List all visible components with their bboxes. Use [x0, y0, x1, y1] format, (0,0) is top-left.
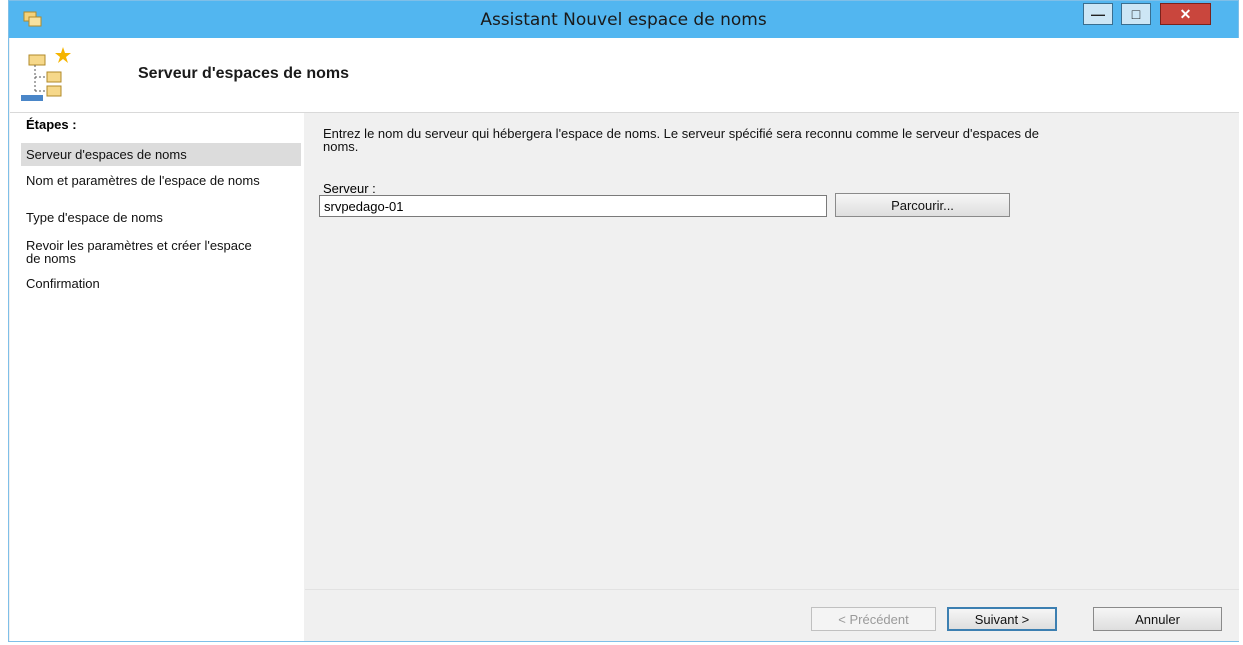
- cancel-button[interactable]: Annuler: [1093, 607, 1222, 631]
- close-icon: ✕: [1179, 5, 1192, 22]
- step-namespace-server: Serveur d'espaces de noms: [21, 143, 301, 166]
- wizard-window: Assistant Nouvel espace de noms — □ ✕ Se…: [8, 0, 1239, 642]
- maximize-button[interactable]: □: [1121, 3, 1151, 25]
- namespace-wizard-icon: [19, 45, 75, 103]
- window-title: Assistant Nouvel espace de noms: [480, 10, 767, 30]
- browse-button[interactable]: Parcourir...: [835, 193, 1010, 217]
- steps-panel: Étapes : Serveur d'espaces de noms Nom e…: [10, 113, 304, 641]
- instructions-text: Entrez le nom du serveur qui hébergera l…: [323, 126, 1040, 154]
- steps-heading: Étapes :: [26, 117, 77, 132]
- step-review-settings: Revoir les paramètres et créer l'espace …: [26, 238, 252, 266]
- step-label: Serveur d'espaces de noms: [26, 147, 187, 162]
- step-confirmation: Confirmation: [26, 276, 100, 291]
- step-namespace-name: Nom et paramètres de l'espace de noms: [26, 173, 260, 188]
- step-namespace-type: Type d'espace de noms: [26, 210, 163, 225]
- server-label: Serveur :: [323, 181, 376, 196]
- server-input[interactable]: [319, 195, 827, 217]
- footer-divider: [305, 589, 1239, 590]
- minimize-icon: —: [1091, 6, 1105, 22]
- page-title: Serveur d'espaces de noms: [138, 65, 350, 82]
- minimize-button[interactable]: —: [1083, 3, 1113, 25]
- previous-button[interactable]: < Précédent: [811, 607, 936, 631]
- wizard-header: Serveur d'espaces de noms: [10, 38, 1239, 113]
- maximize-icon: □: [1131, 6, 1141, 22]
- content-panel: Entrez le nom du serveur qui hébergera l…: [305, 113, 1239, 641]
- next-button[interactable]: Suivant >: [947, 607, 1057, 631]
- close-button[interactable]: ✕: [1160, 3, 1211, 25]
- title-bar[interactable]: Assistant Nouvel espace de noms — □ ✕: [9, 1, 1238, 38]
